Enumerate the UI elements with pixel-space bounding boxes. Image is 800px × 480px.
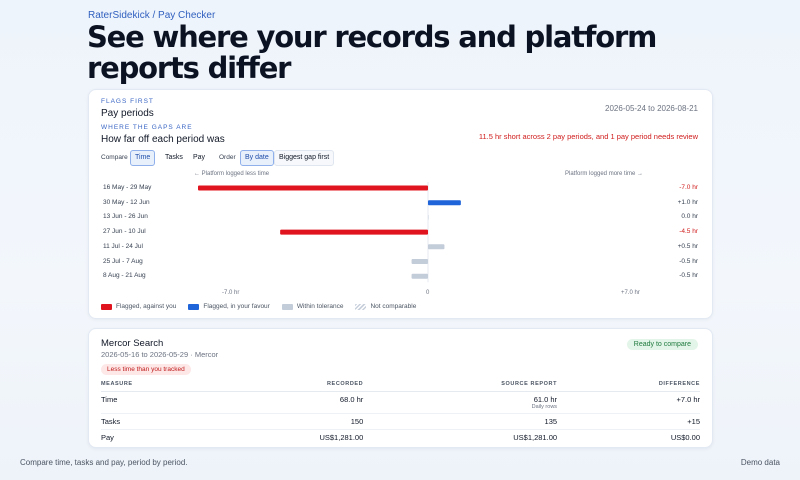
period-label: 11 Jul - 24 Jul	[103, 242, 143, 250]
legend-not-comparable-label: Not comparable	[370, 303, 417, 310]
cell-recorded: US$1,281.00	[319, 433, 364, 442]
gap-bar[interactable]	[428, 214, 429, 220]
period-gap-value: 0.0 hr	[681, 213, 698, 221]
period-gap-value: -7.0 hr	[679, 184, 698, 191]
period-gap-value: -4.5 hr	[679, 228, 698, 236]
legend-against-label: Flagged, against you	[116, 303, 177, 310]
compare-label: Compare	[101, 154, 128, 161]
compare-time-button[interactable]: Time	[130, 150, 156, 166]
period-gap-value: -0.5 hr	[679, 272, 698, 280]
axis-left-note: ← Platform logged less time	[194, 171, 270, 177]
order-label: Order	[219, 154, 236, 161]
cell-recorded: 68.0 hr	[211, 391, 364, 414]
col-measure: MEASURE	[101, 381, 212, 392]
period-gap-value: -0.5 hr	[679, 257, 698, 265]
pay-periods-card: FLAGS FIRST Pay periods 2026-05-24 to 20…	[88, 89, 713, 319]
legend-favour-swatch	[188, 303, 200, 310]
cell-source: US$1,281.00	[513, 433, 558, 442]
period-label: 30 May - 12 Jun	[103, 198, 150, 206]
period-label: 16 May - 29 May	[103, 184, 152, 191]
period-gap-value: +1.0 hr	[677, 198, 698, 206]
legend-not-comparable-swatch	[355, 303, 367, 310]
period-label: 13 Jun - 26 Jun	[103, 213, 148, 221]
cell-source-note: Daily rows	[531, 404, 558, 410]
table-row-tasks: Tasks 150 135 +15	[101, 413, 700, 430]
cell-difference: +7.0 hr	[557, 391, 700, 414]
cell-source-value: 61.0 hr	[533, 395, 558, 404]
chart-legend: Flagged, against you Flagged, in your fa…	[101, 303, 416, 310]
cell-measure: Tasks	[101, 413, 212, 430]
gaps-title: How far off each period was	[101, 134, 225, 145]
col-recorded: RECORDED	[211, 381, 364, 392]
cell-difference: US$0.00	[670, 433, 700, 442]
period-date-range: 2026-05-24 to 2026-08-21	[605, 104, 698, 113]
legend-favour-label: Flagged, in your favour	[203, 303, 270, 310]
gap-bar[interactable]	[280, 229, 428, 235]
footer-demo-label: Demo data	[740, 458, 780, 467]
cell-source: 135	[363, 413, 558, 430]
period-label: 27 Jun - 10 Jul	[103, 228, 146, 236]
cell-source: 61.0 hr Daily rows	[363, 391, 558, 414]
tick-zero: 0	[426, 290, 430, 296]
gap-bar[interactable]	[428, 244, 445, 250]
period-label: 25 Jul - 7 Aug	[103, 257, 143, 265]
table-row-time: Time 68.0 hr 61.0 hr Daily rows +7.0 hr	[101, 391, 700, 414]
legend-not-comparable: Not comparable	[355, 303, 416, 310]
period-label: 8 Aug - 21 Aug	[103, 272, 146, 280]
gap-bar[interactable]	[198, 185, 428, 191]
footer-caption: Compare time, tasks and pay, period by p…	[20, 458, 188, 467]
cell-difference: +15	[557, 413, 700, 430]
legend-within: Within tolerance	[281, 303, 344, 310]
col-source-report: SOURCE REPORT	[363, 381, 558, 392]
legend-favour: Flagged, in your favour	[188, 303, 270, 310]
gap-bar[interactable]	[411, 273, 428, 279]
period-detail-card: Mercor Search 2026-05-16 to 2026-05-29 ·…	[88, 328, 713, 448]
order-by-date-button[interactable]: By date	[240, 150, 274, 166]
tick-min: -7.0 hr	[222, 290, 240, 296]
legend-within-swatch	[281, 303, 293, 310]
legend-against: Flagged, against you	[101, 303, 176, 310]
gap-bar[interactable]	[411, 259, 428, 264]
status-badge: Ready to compare	[626, 339, 698, 350]
comparison-table: MEASURE RECORDED SOURCE REPORT DIFFERENC…	[101, 381, 700, 445]
gaps-eyebrow: WHERE THE GAPS ARE	[101, 124, 193, 131]
axis-right-note: Platform logged more time →	[565, 171, 644, 177]
gap-bar[interactable]	[428, 200, 461, 206]
legend-within-label: Within tolerance	[296, 303, 344, 310]
pay-periods-title: Pay periods	[101, 108, 154, 119]
page-title: See where your records and platform repo…	[87, 20, 657, 85]
detail-subtitle: 2026-05-16 to 2026-05-29 · Mercor	[101, 350, 219, 359]
compare-tasks-button[interactable]: Tasks	[160, 150, 188, 166]
col-difference: DIFFERENCE	[557, 381, 700, 392]
cell-recorded: 150	[211, 413, 364, 430]
detail-title: Mercor Search	[101, 338, 164, 349]
warning-badge: Less time than you tracked	[101, 364, 191, 375]
table-row-pay: Pay US$1,281.00 US$1,281.00 US$0.00	[101, 430, 700, 446]
flags-first-eyebrow: FLAGS FIRST	[101, 98, 154, 105]
compare-pay-button[interactable]: Pay	[188, 150, 210, 166]
period-gap-value: +0.5 hr	[677, 242, 698, 250]
cell-measure: Pay	[101, 433, 114, 442]
cell-measure: Time	[101, 391, 212, 414]
table-header-row: MEASURE RECORDED SOURCE REPORT DIFFERENC…	[101, 381, 700, 392]
legend-against-swatch	[101, 303, 112, 310]
tick-max: +7.0 hr	[621, 290, 640, 296]
order-biggest-gap-button[interactable]: Biggest gap first	[274, 150, 335, 166]
gap-summary: 11.5 hr short across 2 pay periods, and …	[478, 132, 698, 141]
